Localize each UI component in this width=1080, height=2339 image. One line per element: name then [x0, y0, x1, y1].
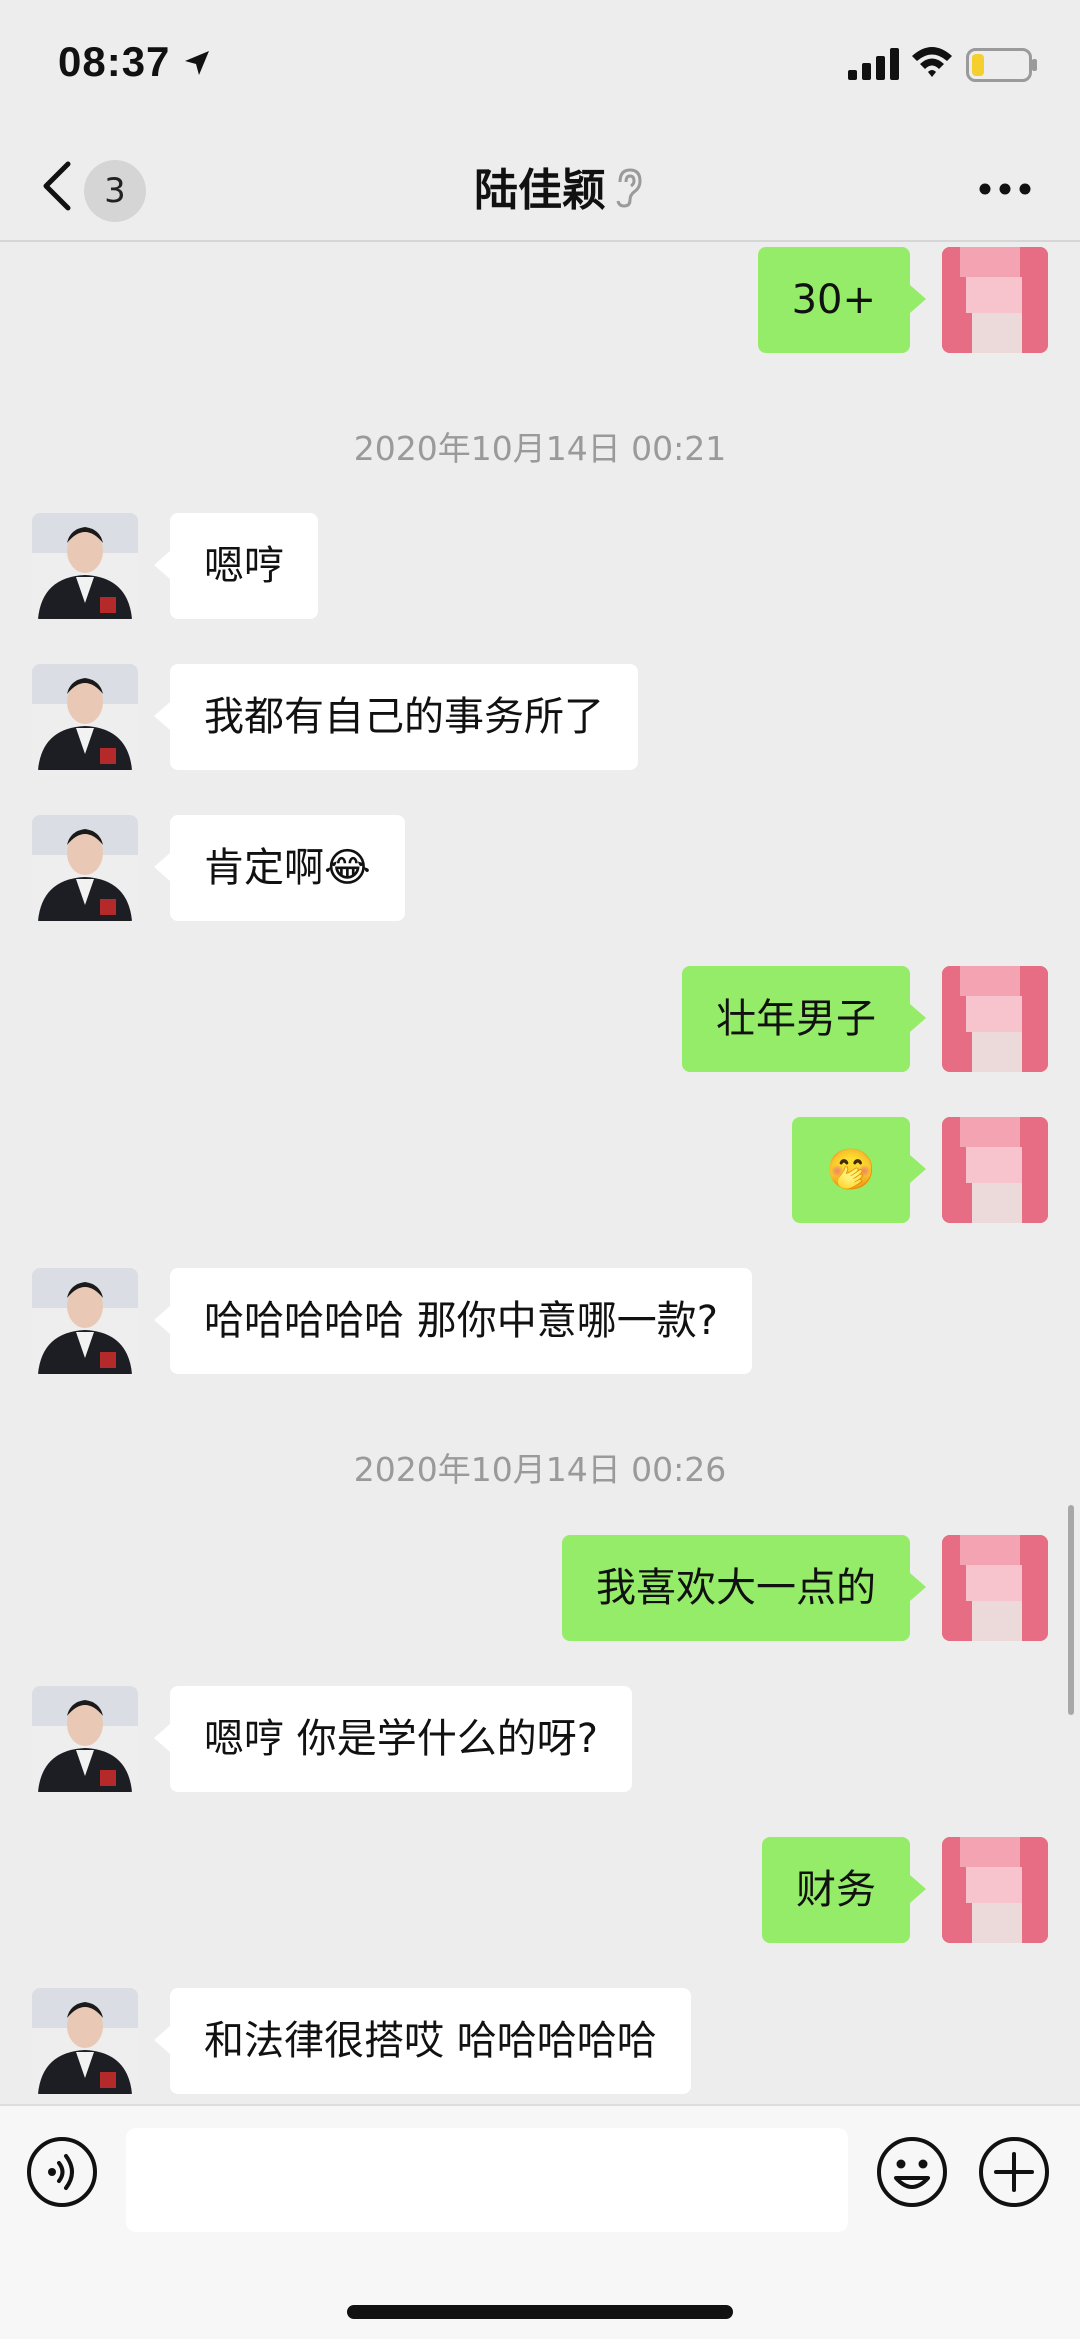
message-bubble-outgoing[interactable]: 🤭	[792, 1117, 926, 1223]
message-bubble-outgoing[interactable]: 我喜欢大一点的	[562, 1535, 926, 1641]
voice-icon[interactable]	[26, 2136, 98, 2208]
wifi-icon	[912, 47, 952, 77]
chat-title: 陆佳颖	[474, 165, 606, 216]
avatar-contact[interactable]	[32, 664, 138, 770]
avatar-self[interactable]	[942, 966, 1048, 1072]
message-text: 我喜欢大一点的	[596, 1565, 876, 1611]
location-arrow-icon	[185, 51, 209, 75]
tears-of-joy-emoji: 😂	[324, 845, 371, 891]
message-bubble-incoming[interactable]: 我都有自己的事务所了	[154, 664, 638, 770]
status-bar: 08:37	[0, 0, 1080, 130]
avatar-image	[32, 1268, 138, 1374]
avatar-self[interactable]	[942, 1837, 1048, 1943]
ear-icon	[616, 168, 642, 208]
avatar-contact[interactable]	[32, 1988, 138, 2094]
message-bubble-incoming[interactable]: 嗯哼	[154, 513, 318, 619]
message-bubble-incoming[interactable]: 肯定啊😂	[154, 815, 405, 921]
home-indicator[interactable]	[347, 2305, 733, 2319]
message-text: 壮年男子	[716, 996, 876, 1042]
message-bubble-incoming[interactable]: 和法律很搭哎 哈哈哈哈哈	[154, 1988, 691, 2094]
avatar-image	[942, 247, 1048, 353]
message-text: 嗯哼	[204, 543, 284, 589]
avatar-self[interactable]	[942, 247, 1048, 353]
avatar-contact[interactable]	[32, 1686, 138, 1792]
more-icon[interactable]	[978, 182, 1032, 196]
battery-icon	[966, 48, 1037, 82]
status-time: 08:37	[58, 38, 171, 85]
avatar-image	[942, 1535, 1048, 1641]
avatar-image	[32, 1988, 138, 2094]
face-with-hand-over-mouth-emoji: 🤭	[826, 1147, 876, 1193]
avatar-image	[32, 513, 138, 619]
scrollbar[interactable]	[1068, 1505, 1074, 1715]
message-text: 财务	[796, 1867, 876, 1913]
avatar-image	[942, 1837, 1048, 1943]
message-text: 肯定啊	[204, 845, 324, 891]
message-text: 哈哈哈哈哈 那你中意哪一款?	[204, 1298, 718, 1344]
avatar-contact[interactable]	[32, 815, 138, 921]
add-icon[interactable]	[978, 2136, 1050, 2208]
message-bubble-outgoing[interactable]: 财务	[762, 1837, 926, 1943]
timestamp: 2020年10月14日 00:21	[353, 429, 727, 468]
message-bubble-incoming[interactable]: 哈哈哈哈哈 那你中意哪一款?	[154, 1268, 752, 1374]
message-bubble-outgoing[interactable]: 30+	[757, 247, 927, 353]
avatar-image	[32, 815, 138, 921]
avatar-contact[interactable]	[32, 1268, 138, 1374]
message-text: 30+	[791, 277, 876, 323]
avatar-image	[942, 1117, 1048, 1223]
chat-header: 3 陆佳颖	[0, 130, 1080, 242]
message-text: 我都有自己的事务所了	[204, 694, 604, 740]
avatar-self[interactable]	[942, 1535, 1048, 1641]
avatar-image	[32, 1686, 138, 1792]
timestamp: 2020年10月14日 00:26	[353, 1450, 727, 1489]
avatar-image	[942, 966, 1048, 1072]
message-bubble-outgoing[interactable]: 壮年男子	[682, 966, 926, 1072]
avatar-contact[interactable]	[32, 513, 138, 619]
input-bar	[0, 2104, 1080, 2339]
avatar-self[interactable]	[942, 1117, 1048, 1223]
signal-icon	[848, 48, 899, 80]
avatar-image	[32, 664, 138, 770]
message-bubble-incoming[interactable]: 嗯哼 你是学什么的呀?	[154, 1686, 632, 1792]
message-text: 和法律很搭哎 哈哈哈哈哈	[204, 2018, 657, 2064]
message-input[interactable]	[126, 2128, 848, 2232]
emoji-icon[interactable]	[876, 2136, 948, 2208]
message-text: 嗯哼 你是学什么的呀?	[204, 1716, 598, 1762]
